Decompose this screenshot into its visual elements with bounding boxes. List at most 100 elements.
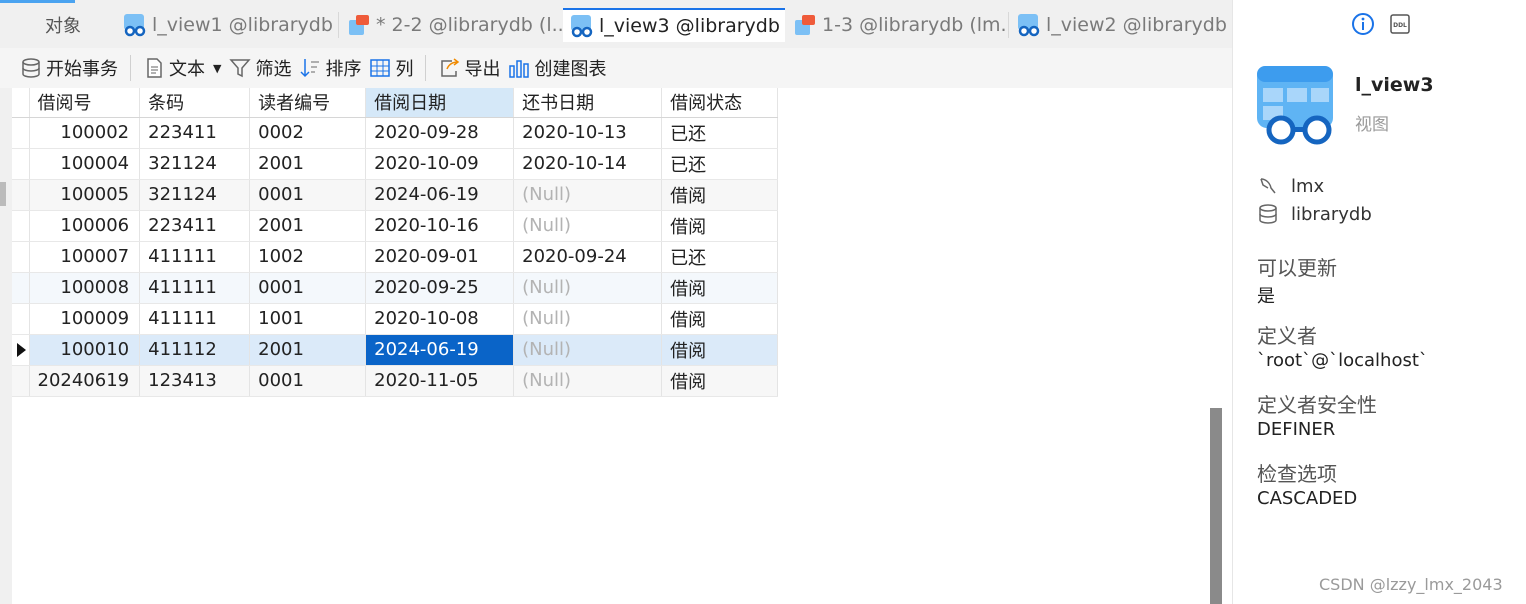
table-cell[interactable]: 2020-09-28 bbox=[365, 117, 515, 149]
table-cell[interactable]: 321124 bbox=[139, 179, 251, 211]
table-cell[interactable]: 1002 bbox=[249, 241, 367, 273]
table-cell[interactable]: 1001 bbox=[249, 303, 367, 335]
table-cell[interactable]: 100005 bbox=[29, 179, 141, 211]
table-cell[interactable]: 2020-10-14 bbox=[513, 148, 663, 180]
table-cell[interactable]: 2001 bbox=[249, 334, 367, 366]
table-cell[interactable]: 2020-10-09 bbox=[365, 148, 515, 180]
database-name: librarydb bbox=[1291, 203, 1372, 225]
column-header[interactable]: 读者编号 bbox=[249, 88, 367, 118]
table-row[interactable]: 100002 223411 0002 2020-09-28 2020-10-13 已还 bbox=[12, 117, 779, 149]
table-cell[interactable]: 借阅 bbox=[661, 272, 779, 304]
table-cell[interactable]: 2020-09-01 bbox=[365, 241, 515, 273]
create-chart-button[interactable]: 创建图表 bbox=[504, 52, 610, 84]
table-cell[interactable]: 借阅 bbox=[661, 334, 779, 366]
table-cell[interactable]: 411111 bbox=[139, 272, 251, 304]
ddl-icon[interactable]: DDL bbox=[1389, 13, 1411, 35]
table-cell[interactable]: 0001 bbox=[249, 272, 367, 304]
table-cell[interactable]: 0001 bbox=[249, 365, 367, 397]
table-cell[interactable]: 2020-09-24 bbox=[513, 241, 663, 273]
database-icon bbox=[22, 58, 40, 78]
row-indicator[interactable] bbox=[12, 334, 30, 366]
table-cell[interactable]: (Null) bbox=[513, 179, 663, 211]
filter-label: 筛选 bbox=[255, 59, 292, 80]
property-value: CASCADED bbox=[1257, 488, 1358, 509]
table-cell[interactable]: 2024-06-19 bbox=[365, 334, 515, 366]
table-cell[interactable]: (Null) bbox=[513, 303, 663, 335]
table-cell[interactable]: 已还 bbox=[661, 117, 779, 149]
table-cell[interactable]: 2020-10-16 bbox=[365, 210, 515, 242]
export-button[interactable]: 导出 bbox=[434, 52, 504, 84]
table-cell[interactable]: (Null) bbox=[513, 334, 663, 366]
column-header[interactable]: 条码 bbox=[139, 88, 251, 118]
table-cell[interactable]: (Null) bbox=[513, 272, 663, 304]
columns-button[interactable]: 列 bbox=[365, 52, 417, 84]
table-row[interactable]: 100010 411112 2001 2024-06-19 (Null) 借阅 bbox=[12, 334, 779, 366]
table-cell[interactable]: 已还 bbox=[661, 241, 779, 273]
row-indicator[interactable] bbox=[12, 365, 30, 397]
table-cell[interactable]: 2020-10-08 bbox=[365, 303, 515, 335]
table-cell[interactable]: 100004 bbox=[29, 148, 141, 180]
table-cell[interactable]: 411111 bbox=[139, 303, 251, 335]
toolbar-divider bbox=[425, 55, 427, 81]
filter-button[interactable]: 筛选 bbox=[225, 52, 295, 84]
table-row[interactable]: 100008 411111 0001 2020-09-25 (Null) 借阅 bbox=[12, 272, 779, 304]
tab-l-view1[interactable]: l_view1 @librarydb ... bbox=[116, 8, 338, 42]
table-cell[interactable]: 100002 bbox=[29, 117, 141, 149]
row-indicator[interactable] bbox=[12, 148, 30, 180]
table-cell[interactable]: 2020-09-25 bbox=[365, 272, 515, 304]
table-cell[interactable]: 411112 bbox=[139, 334, 251, 366]
table-cell[interactable]: 223411 bbox=[139, 210, 251, 242]
table-cell[interactable]: 0002 bbox=[249, 117, 367, 149]
table-cell[interactable]: (Null) bbox=[513, 210, 663, 242]
tab-l-view2[interactable]: l_view2 @librarydb ... bbox=[1010, 8, 1232, 42]
column-header[interactable]: 借阅日期 bbox=[365, 88, 515, 118]
table-row[interactable]: 100007 411111 1002 2020-09-01 2020-09-24 已还 bbox=[12, 241, 779, 273]
begin-transaction-button[interactable]: 开始事务 bbox=[16, 52, 122, 84]
table-row[interactable]: 100005 321124 0001 2024-06-19 (Null) 借阅 bbox=[12, 179, 779, 211]
text-button[interactable]: 文本 ▼ bbox=[139, 52, 225, 84]
table-cell[interactable]: 100006 bbox=[29, 210, 141, 242]
table-cell[interactable]: 借阅 bbox=[661, 365, 779, 397]
table-cell[interactable]: 2001 bbox=[249, 148, 367, 180]
table-cell[interactable]: 2001 bbox=[249, 210, 367, 242]
row-indicator[interactable] bbox=[12, 272, 30, 304]
table-cell[interactable]: (Null) bbox=[513, 365, 663, 397]
table-cell[interactable]: 100010 bbox=[29, 334, 141, 366]
table-cell[interactable]: 20240619 bbox=[29, 365, 141, 397]
table-cell[interactable]: 100007 bbox=[29, 241, 141, 273]
column-header[interactable]: 还书日期 bbox=[513, 88, 663, 118]
tab-l-view3[interactable]: l_view3 @librarydb ... bbox=[563, 8, 785, 42]
row-indicator[interactable] bbox=[12, 179, 30, 211]
column-header[interactable]: 借阅状态 bbox=[661, 88, 779, 118]
table-cell[interactable]: 2024-06-19 bbox=[365, 179, 515, 211]
sort-button[interactable]: 排序 bbox=[295, 52, 365, 84]
column-header[interactable]: 借阅号 bbox=[29, 88, 141, 118]
table-cell[interactable]: 2020-10-13 bbox=[513, 117, 663, 149]
table-cell[interactable]: 100009 bbox=[29, 303, 141, 335]
table-cell[interactable]: 2020-11-05 bbox=[365, 365, 515, 397]
row-indicator[interactable] bbox=[12, 303, 30, 335]
scrollbar-thumb[interactable] bbox=[1210, 408, 1222, 604]
table-row[interactable]: 100009 411111 1001 2020-10-08 (Null) 借阅 bbox=[12, 303, 779, 335]
table-cell[interactable]: 已还 bbox=[661, 148, 779, 180]
table-cell[interactable]: 223411 bbox=[139, 117, 251, 149]
table-cell[interactable]: 0001 bbox=[249, 179, 367, 211]
table-cell[interactable]: 321124 bbox=[139, 148, 251, 180]
info-icon[interactable] bbox=[1351, 12, 1375, 36]
table-cell[interactable]: 411111 bbox=[139, 241, 251, 273]
splitter-handle[interactable] bbox=[0, 182, 6, 206]
table-cell[interactable]: 借阅 bbox=[661, 179, 779, 211]
row-indicator[interactable] bbox=[12, 117, 30, 149]
table-cell[interactable]: 借阅 bbox=[661, 210, 779, 242]
table-cell[interactable]: 100008 bbox=[29, 272, 141, 304]
tab-2-2[interactable]: * 2-2 @librarydb (l... bbox=[340, 8, 562, 42]
table-row[interactable]: 100004 321124 2001 2020-10-09 2020-10-14 已还 bbox=[12, 148, 779, 180]
table-row[interactable]: 20240619 123413 0001 2020-11-05 (Null) 借阅 bbox=[12, 365, 779, 397]
row-indicator[interactable] bbox=[12, 241, 30, 273]
table-row[interactable]: 100006 223411 2001 2020-10-16 (Null) 借阅 bbox=[12, 210, 779, 242]
table-cell[interactable]: 123413 bbox=[139, 365, 251, 397]
tab-1-3[interactable]: 1-3 @librarydb (lm... bbox=[786, 8, 1008, 42]
row-indicator[interactable] bbox=[12, 210, 30, 242]
table-cell[interactable]: 借阅 bbox=[661, 303, 779, 335]
tab-objects[interactable]: 对象 bbox=[12, 8, 114, 42]
